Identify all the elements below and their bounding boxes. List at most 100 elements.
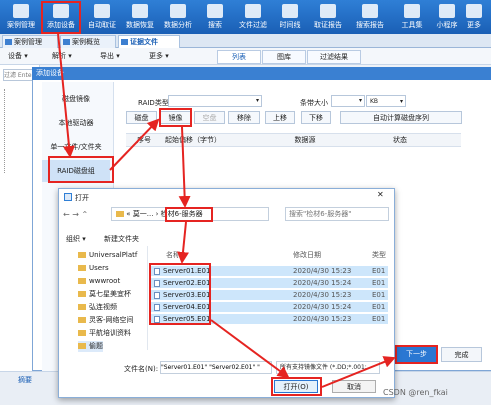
organize-menu[interactable]: 组织 ▾ — [66, 234, 86, 244]
folder-item[interactable]: Users — [78, 263, 109, 274]
cancel-button[interactable]: 取消 — [332, 380, 376, 393]
evidence-tab-icon — [121, 39, 128, 45]
toolset-button[interactable]: 工具集 — [393, 0, 431, 34]
more-button[interactable]: 更多 — [458, 0, 490, 34]
folder-item[interactable]: 弘连视频 — [78, 302, 117, 313]
folder-icon — [78, 252, 86, 258]
raid-highlight — [48, 156, 114, 183]
watermark: CSDN @ren_fkai — [383, 388, 448, 397]
timeline-button[interactable]: 时间线 — [271, 0, 309, 34]
folder-item[interactable]: wwwroot — [78, 276, 120, 287]
folder-icon — [78, 265, 86, 271]
auto-calc-sequence-button[interactable]: 自动计算磁盘序列 — [340, 111, 462, 124]
raid-type-label: RAID类型 — [138, 99, 169, 107]
auto-forensics-button[interactable]: 自动取证 — [83, 0, 121, 34]
chevron-down-icon: ▾ — [255, 97, 259, 104]
analysis-icon — [170, 4, 186, 18]
report-icon — [320, 4, 336, 18]
auto-icon — [94, 4, 110, 18]
tab-case-overview[interactable]: 案例概览 — [60, 35, 116, 48]
nav-arrows[interactable]: ← → ⌃ — [63, 210, 88, 219]
folder-item[interactable]: 偷题 — [78, 341, 103, 352]
overview-tab-icon — [63, 39, 70, 45]
close-icon[interactable]: ✕ — [377, 190, 384, 199]
search-button[interactable]: 搜索 — [196, 0, 234, 34]
case-tab-icon — [5, 39, 12, 45]
filename-input[interactable] — [160, 361, 272, 374]
image-button-highlight — [159, 108, 192, 127]
move-down-button[interactable]: 下移 — [301, 111, 331, 124]
nav-disk-image[interactable]: 磁盘镜像 — [42, 88, 110, 110]
folder-icon — [78, 304, 86, 310]
disk-button[interactable]: 磁盘 — [126, 111, 157, 124]
tab-evidence-files[interactable]: 证据文件 — [118, 35, 180, 48]
more-menu[interactable]: 更多 ▾ — [149, 50, 169, 63]
tab-case-manage[interactable]: 案例管理 — [2, 35, 58, 48]
finish-button[interactable]: 完成 — [441, 347, 482, 362]
add-device-title: 添加设备 — [32, 67, 491, 80]
device-menu[interactable]: 设备 ▾ — [8, 50, 28, 63]
empty-disk-button[interactable]: 空盘 — [194, 111, 225, 124]
export-menu[interactable]: 导出 ▾ — [100, 50, 120, 63]
new-folder-button[interactable]: 新建文件夹 — [104, 234, 139, 244]
raid-type-select[interactable]: ▾ — [168, 95, 262, 107]
col-offset: 起始偏移（字节） — [165, 136, 221, 144]
case-icon — [13, 4, 29, 18]
add-device-highlight — [41, 1, 81, 34]
files-highlight — [149, 263, 211, 325]
filename-label: 文件名(N): — [124, 365, 159, 373]
search-report-button[interactable]: 搜索报告 — [351, 0, 389, 34]
search-report-icon — [362, 4, 378, 18]
miniapp-icon — [439, 4, 455, 18]
col-source: 数据源 — [294, 136, 316, 144]
open-button-highlight — [271, 377, 322, 396]
filter-icon — [245, 4, 261, 18]
restore-icon — [132, 4, 148, 18]
folder-icon — [116, 211, 124, 217]
next-step-highlight — [395, 345, 438, 364]
file-filter-button[interactable]: 文件过滤 — [234, 0, 272, 34]
col-index: 序号 — [137, 136, 151, 144]
folder-icon — [78, 343, 86, 349]
stripe-size-label: 条带大小 — [300, 99, 328, 107]
search-input[interactable] — [285, 207, 389, 221]
col-name[interactable]: 名称 — [166, 250, 180, 260]
tab-summary[interactable]: 摘要 — [18, 375, 32, 385]
folder-item[interactable]: UniversalPlatf — [78, 250, 137, 261]
document-tabs: 案例管理 案例概览 证据文件 — [0, 34, 491, 48]
parse-menu[interactable]: 解析 ▾ — [52, 50, 72, 63]
tools-icon — [404, 4, 420, 18]
folder-item[interactable]: 莫七星美宜杯 — [78, 289, 131, 300]
case-manage-button[interactable]: 案例管理 — [2, 0, 40, 34]
tab-gallery[interactable]: 图库 — [262, 50, 306, 64]
data-restore-button[interactable]: 数据恢复 — [121, 0, 159, 34]
folder-icon — [78, 317, 86, 323]
search-icon — [207, 4, 223, 18]
stripe-unit-select[interactable]: KB ▾ — [366, 95, 406, 107]
folder-icon — [78, 330, 86, 336]
move-up-button[interactable]: 上移 — [265, 111, 295, 124]
folder-icon — [78, 278, 86, 284]
chevron-down-icon: ▾ — [358, 97, 362, 104]
nav-local-drive[interactable]: 本地驱动器 — [42, 112, 110, 134]
col-date[interactable]: 修改日期 — [293, 250, 321, 260]
tree-lines — [4, 89, 30, 173]
folder-item[interactable]: 灵客-网络空间 — [78, 315, 134, 326]
open-dialog-title: 打开 — [75, 194, 89, 202]
folder-item[interactable]: 平航培训资料 — [78, 328, 131, 339]
forensic-report-button[interactable]: 取证报告 — [309, 0, 347, 34]
col-type[interactable]: 类型 — [372, 250, 386, 260]
nav-single-file[interactable]: 单一文件/文件夹 — [42, 136, 110, 158]
remove-button[interactable]: 移除 — [228, 111, 260, 124]
chevron-down-icon: ▾ — [399, 98, 403, 105]
sub-toolbar: 设备 ▾ 解析 ▾ 导出 ▾ 更多 ▾ 列表 图库 过滤结果 — [0, 48, 491, 65]
filetype-select[interactable]: 所有支持镜像文件 (*.DD;*.001; — [276, 361, 380, 374]
open-dialog-app-icon — [64, 193, 72, 201]
stripe-size-select[interactable]: ▾ — [331, 95, 365, 107]
tab-filter-results[interactable]: 过滤结果 — [307, 50, 361, 64]
data-analysis-button[interactable]: 数据分析 — [159, 0, 197, 34]
folder-icon — [78, 291, 86, 297]
timeline-icon — [282, 4, 298, 18]
tab-list[interactable]: 列表 — [217, 50, 261, 64]
more-icon — [466, 4, 482, 18]
